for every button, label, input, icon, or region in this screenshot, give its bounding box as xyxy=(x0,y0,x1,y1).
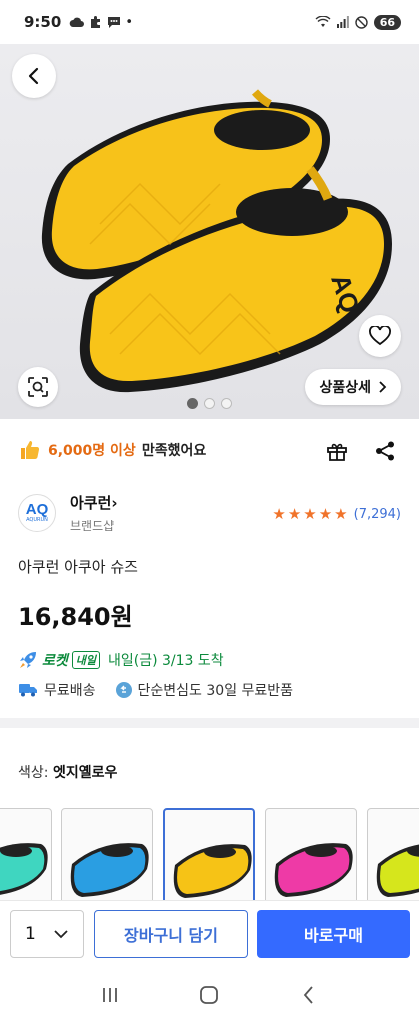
carousel-indicator xyxy=(0,398,419,409)
chevron-right-icon xyxy=(379,381,387,393)
status-bar: 9:50 • 66 xyxy=(0,0,419,44)
brand-logo-sub: AQURUN xyxy=(26,517,48,523)
chevron-left-icon xyxy=(28,67,39,85)
return-icon xyxy=(115,682,132,698)
carousel-dot[interactable] xyxy=(221,398,232,409)
rocket-label: 로켓 xyxy=(42,653,68,669)
rocket-badge: 내일 xyxy=(71,651,101,669)
system-icons: 66 xyxy=(315,14,401,30)
wishlist-button[interactable] xyxy=(359,315,401,357)
satisfaction-count: 6,000명 이상 xyxy=(48,443,136,459)
rocket-icon xyxy=(20,652,36,668)
thumbs-up-icon xyxy=(21,441,40,459)
product-photo: AQ xyxy=(41,89,392,393)
system-nav-bar xyxy=(0,966,419,1024)
delivery-info: 로켓 내일 내일(금) 3/13 도착 xyxy=(18,650,224,670)
quantity-value: 1 xyxy=(25,924,36,944)
product-detail-label: 상품상세 xyxy=(319,380,371,396)
battery-indicator: 66 xyxy=(373,14,401,30)
selected-color: 엣지옐로우 xyxy=(52,765,118,781)
color-swatches xyxy=(0,808,419,904)
star-icon: ★ xyxy=(303,505,317,523)
product-price: 16,840원 xyxy=(18,603,133,631)
review-count[interactable]: (7,294) xyxy=(354,507,401,522)
truck-icon xyxy=(19,684,37,697)
rating[interactable]: ★ ★ ★ ★ ★ (7,294) xyxy=(272,505,401,523)
purchase-bar: 1 장바구니 담기 바로구매 xyxy=(0,900,419,966)
satisfaction-banner: 6,000명 이상 만족했어요 xyxy=(18,432,206,468)
share-icon xyxy=(376,441,394,461)
wifi-icon xyxy=(315,16,331,27)
brand-name: 아쿠런 xyxy=(70,494,112,512)
chat-icon xyxy=(108,17,121,28)
chevron-down-icon xyxy=(54,930,68,939)
status-dot: • xyxy=(125,14,133,30)
star-icon: ★ xyxy=(318,505,333,523)
puzzle-icon xyxy=(91,16,101,28)
satisfaction-suffix: 만족했어요 xyxy=(141,443,207,459)
star-icon: ★ xyxy=(334,505,348,523)
home-icon[interactable] xyxy=(199,985,219,1005)
quantity-select[interactable]: 1 xyxy=(10,910,84,958)
lens-search-icon xyxy=(28,377,48,397)
color-swatch-pink[interactable] xyxy=(265,808,357,904)
free-shipping-label: 무료배송 xyxy=(44,683,96,699)
color-option-label: 색상: 엣지옐로우 xyxy=(18,762,117,782)
recent-apps-icon[interactable] xyxy=(100,985,120,1005)
gift-icon xyxy=(327,443,347,461)
shipping-info: 무료배송 단순변심도 30일 무료반품 xyxy=(18,680,293,700)
brand-row: AQ AQURUN 아쿠런› 브랜드샵 ★ ★ ★ ★ ★ (7,294) xyxy=(18,492,401,536)
free-return-label: 단순변심도 30일 무료반품 xyxy=(137,683,294,699)
buy-now-button[interactable]: 바로구매 xyxy=(257,910,410,958)
cloud-icon xyxy=(70,17,85,27)
signal-icon xyxy=(336,16,349,28)
dnd-icon xyxy=(354,15,368,29)
brand-chevron: › xyxy=(111,494,118,512)
brand-name-link[interactable]: 아쿠런› xyxy=(70,492,118,513)
back-button[interactable] xyxy=(12,54,56,98)
star-icon: ★ xyxy=(272,505,286,523)
add-to-cart-button[interactable]: 장바구니 담기 xyxy=(94,910,248,958)
product-image-carousel[interactable]: AQ 상품상세 xyxy=(0,44,419,419)
color-swatch-yellow[interactable] xyxy=(163,808,255,904)
carousel-dot[interactable] xyxy=(187,398,198,409)
star-icon: ★ xyxy=(287,505,302,523)
product-title: 아쿠런 아쿠아 슈즈 xyxy=(18,558,138,576)
brand-logo[interactable]: AQ AQURUN xyxy=(18,494,56,532)
color-swatch-mint[interactable] xyxy=(0,808,52,904)
delivery-date: 내일(금) 3/13 도착 xyxy=(108,653,224,669)
section-divider xyxy=(0,718,419,728)
color-swatch-lime[interactable] xyxy=(367,808,419,904)
brand-shop-label: 브랜드샵 xyxy=(70,519,115,533)
notification-icons: • xyxy=(69,15,133,30)
status-time: 9:50 xyxy=(24,13,62,31)
share-button[interactable] xyxy=(371,437,399,465)
color-label: 색상: xyxy=(18,765,49,781)
carousel-dot[interactable] xyxy=(204,398,215,409)
gift-button[interactable] xyxy=(323,437,351,465)
heart-icon xyxy=(369,326,391,346)
back-nav-icon[interactable] xyxy=(299,985,319,1005)
brand-logo-text: AQ xyxy=(25,501,49,518)
color-swatch-blue[interactable] xyxy=(61,808,153,904)
